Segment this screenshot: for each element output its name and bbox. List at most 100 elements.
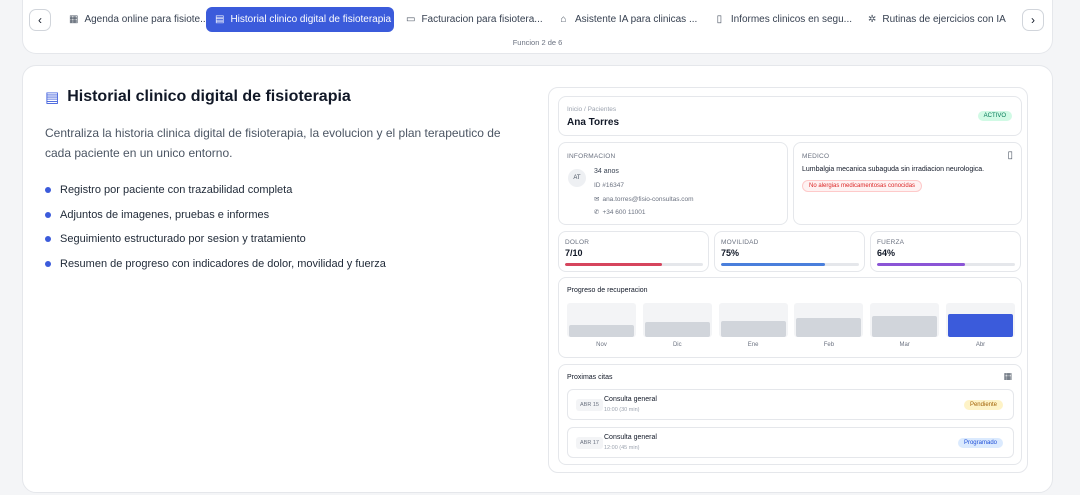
recovery-bar-abr (946, 303, 1015, 337)
appointment-type: Consulta general (604, 434, 657, 441)
patient-header: Inicio / Pacientes Ana Torres ACTIVO (558, 96, 1022, 136)
next-button[interactable]: › (1022, 9, 1044, 31)
medical-panel: MEDICO ▯ Lumbalgia mecanica subaguda sin… (793, 142, 1022, 225)
calendar-icon: ▦ (69, 14, 79, 25)
recovery-month-label: Mar (899, 342, 910, 348)
recovery-bar-feb (794, 303, 864, 337)
tabs-row: ▦ Agenda online para fisiote... ▤ Histor… (61, 7, 1010, 32)
metric-label: DOLOR (565, 239, 590, 246)
metric-strength: FUERZA 64% (870, 231, 1021, 272)
recovery-progress-panel: Progreso de recuperacion Nov Dic Ene Feb Mar… (558, 277, 1022, 358)
patient-record-preview: Inicio / Pacientes Ana Torres ACTIVO INF… (548, 87, 1028, 473)
appointment-time: 10:00 (30 min) (604, 407, 640, 413)
recovery-month-label: Abr (975, 342, 986, 348)
page-title: Historial clinico digital de fisioterapi… (67, 88, 351, 105)
metric-pain: DOLOR 7/10 (558, 231, 709, 272)
metric-mobility: MOVILIDAD 75% (714, 231, 865, 272)
clipboard-icon: ▤ (45, 89, 60, 106)
recovery-month-label: Dic (672, 342, 682, 348)
tab-agenda[interactable]: ▦ Agenda online para fisiote... (61, 7, 209, 32)
chevron-left-icon: ‹ (38, 13, 42, 27)
breadcrumb: Inicio / Pacientes (567, 106, 617, 113)
bullet-dot-icon (45, 236, 51, 243)
previous-button[interactable]: ‹ (29, 9, 51, 31)
list-item: Adjuntos de imagenes, pruebas e informes (45, 203, 386, 228)
metric-value: 7/10 (565, 248, 583, 258)
document-icon[interactable]: ▯ (1007, 150, 1013, 161)
tab-facturacion[interactable]: ▭ Facturacion para fisiotera... (398, 7, 550, 32)
diagnosis-text: Lumbalgia mecanica subaguda sin irradiac… (802, 166, 985, 173)
recovery-bar-fill (796, 317, 862, 337)
status-badge: Programado (957, 438, 1003, 448)
list-item: Seguimiento estructurado por sesion y tr… (45, 227, 386, 252)
recovery-bar-fill (644, 322, 710, 337)
appointment-date: ABR 17 (576, 437, 603, 449)
recovery-bar-mar (870, 303, 940, 337)
metric-fill (565, 263, 662, 266)
metric-value: 75% (721, 248, 740, 258)
appointment-time: 12:00 (45 min) (604, 445, 640, 451)
appointment-date: ABR 15 (576, 399, 603, 411)
allergy-badge: No alergias medicamentosas conocidas (802, 180, 923, 192)
status-badge: Pendiente (963, 400, 1003, 410)
metric-label: MOVILIDAD (721, 239, 759, 246)
recovery-bar-nov (567, 303, 636, 337)
tab-label: Asistente IA para clinicas ... (575, 14, 698, 25)
patient-age: 34 anos (594, 168, 619, 175)
tab-asistente-ia[interactable]: ⌂ Asistente IA para clinicas ... (550, 7, 706, 32)
sparkle-icon: ✲ (868, 14, 877, 25)
credit-card-icon: ▭ (406, 14, 416, 25)
tab-label: Facturacion para fisiotera... (421, 14, 543, 25)
patient-id: ID #16347 (594, 182, 624, 189)
appointments-panel: Proximas citas ▦ ABR 15 Consulta general… (558, 364, 1022, 465)
tab-label: Rutinas de ejercicios con IA (882, 14, 1006, 25)
metric-label: FUERZA (877, 239, 905, 246)
status-badge: ACTIVO (977, 111, 1012, 121)
document-icon: ▯ (716, 14, 723, 25)
section-title: Progreso de recuperacion (567, 287, 648, 294)
section-title: Proximas citas (567, 374, 613, 381)
robot-icon: ⌂ (560, 14, 567, 25)
list-item: Resumen de progreso con indicadores de d… (45, 252, 386, 277)
tab-label: Informes clinicos en segu... (730, 14, 852, 25)
list-item: Registro por paciente con trazabilidad c… (45, 178, 386, 203)
section-label: INFORMACION (567, 153, 616, 160)
phone-icon: ✆ (594, 209, 600, 216)
patient-email: ✉ ana.torres@fisio-consultas.com (594, 195, 694, 204)
metric-track (877, 263, 1015, 266)
patient-phone: ✆ +34 600 11001 (594, 208, 646, 217)
avatar: AT (568, 169, 586, 187)
bullet-dot-icon (45, 187, 51, 194)
recovery-bar-fill (948, 313, 1013, 337)
feature-title: ▤ Historial clinico digital de fisiotera… (45, 88, 351, 106)
metric-fill (877, 263, 966, 266)
tab-historial[interactable]: ▤ Historial clinico digital de fisiotera… (206, 7, 394, 32)
recovery-bar-fill (720, 320, 786, 337)
step-counter: Funcion 2 de 6 (512, 38, 563, 47)
recovery-month-label: Feb (823, 342, 835, 348)
bullet-dot-icon (45, 211, 51, 218)
recovery-bar-dic (642, 303, 712, 337)
calendar-icon[interactable]: ▦ (1003, 371, 1012, 382)
recovery-month-label: Nov (596, 342, 607, 348)
tab-label: Agenda online para fisiote... (84, 14, 209, 25)
recovery-bar-fill (569, 325, 634, 337)
feature-card: ▤ Historial clinico digital de fisiotera… (22, 65, 1053, 493)
appointment-item[interactable]: ABR 15 Consulta general 10:00 (30 min) P… (567, 389, 1014, 420)
tab-label: Historial clinico digital de fisioterapi… (230, 14, 392, 25)
metric-track (721, 263, 859, 266)
feature-tab-bar: ‹ ▦ Agenda online para fisiote... ▤ Hist… (22, 0, 1053, 54)
metric-track (565, 263, 703, 266)
metric-fill (721, 263, 825, 266)
tab-informes[interactable]: ▯ Informes clinicos en segu... (706, 7, 860, 32)
mail-icon: ✉ (594, 196, 600, 203)
appointment-item[interactable]: ABR 17 Consulta general 12:00 (45 min) P… (567, 427, 1014, 458)
recovery-bar-ene (718, 303, 788, 337)
section-label: MEDICO (802, 153, 830, 160)
feature-description: Centraliza la historia clinica digital d… (45, 126, 501, 160)
tab-rutinas[interactable]: ✲ Rutinas de ejercicios con IA (860, 7, 1010, 32)
bullet-dot-icon (45, 260, 51, 267)
recovery-bar-fill (872, 315, 938, 337)
metric-value: 64% (877, 248, 896, 258)
clipboard-icon: ▤ (215, 14, 225, 25)
